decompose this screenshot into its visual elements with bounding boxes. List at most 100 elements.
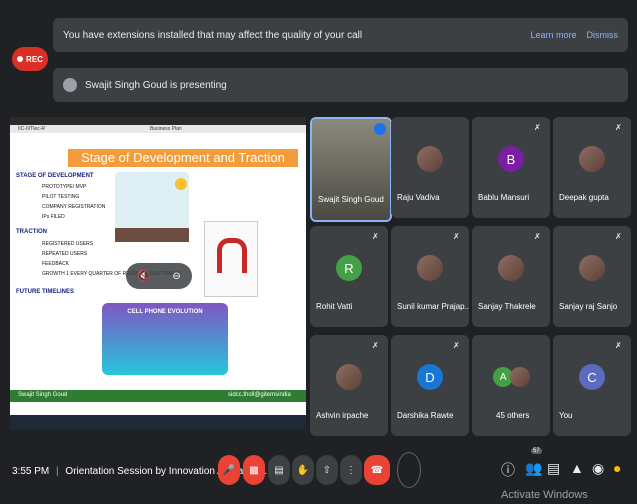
mute-presentation-icon[interactable]: 🔇 [137, 271, 149, 282]
raise-hand-icon: ✋ [296, 464, 310, 476]
slide-header-right: Business Plan [150, 126, 182, 132]
list-item: REGISTERED USERS [42, 241, 94, 247]
present-icon: ⇧ [322, 464, 332, 476]
slide-header: IIC-0/Tlec-R Business Plan [10, 125, 306, 133]
participant-name: Ashvin irpache [316, 411, 369, 420]
participant-name: Sanjay raj Sanjo [559, 302, 618, 311]
slide-header-left: IIC-0/Tlec-R [18, 126, 45, 132]
mic-off-icon: ✗ [372, 341, 379, 350]
participant-photo [498, 255, 524, 282]
mic-off-icon: ✗ [534, 123, 541, 132]
recording-label: REC [26, 54, 43, 64]
participant-tile-ashvin[interactable]: ✗ Ashvin irpache [310, 335, 388, 436]
participant-tile-swajit[interactable]: Swajit Singh Goud [310, 117, 392, 222]
slide-footer: Swajit Singh Goud sidcc.tholl@gitemsindi… [10, 390, 306, 402]
participant-name: Raju Vadiva [397, 193, 440, 202]
participant-tile-bablu[interactable]: ✗ B Bablu Mansuri [472, 117, 550, 218]
mic-off-icon: ✗ [534, 232, 541, 241]
end-call-button[interactable]: ☎ [364, 455, 390, 485]
windows-taskbar [10, 415, 306, 430]
plant-growth-image [115, 172, 189, 242]
clock-time: 3:55 PM [12, 466, 50, 477]
section-heading: STAGE OF DEVELOPMENT [16, 173, 94, 179]
cell-phone-evolution-image: CELL PHONE EVOLUTION [102, 303, 228, 375]
dismiss-link[interactable]: Dismiss [587, 30, 619, 40]
more-icon: ⋮ [346, 464, 356, 476]
participant-name: Darshika Rawte [397, 411, 454, 420]
list-item: FEEDBACK [42, 261, 69, 267]
participant-photo [417, 146, 443, 173]
stop-presenting-icon[interactable]: ⊖ [172, 271, 180, 282]
chat-icon[interactable]: ▤ [547, 460, 560, 477]
record-dot-icon [17, 56, 24, 62]
participant-photo [579, 146, 605, 173]
participant-tile-sanjay-raj[interactable]: ✗ Sanjay raj Sanjo [553, 226, 631, 327]
lock-icon[interactable]: ◉ [592, 460, 604, 477]
captions-icon: ▤ [274, 464, 284, 476]
present-button[interactable]: ⇧ [316, 455, 338, 485]
people-icon[interactable]: 👥 [525, 460, 542, 477]
presentation-overlay-controls[interactable]: 🔇 ⊖ [126, 263, 192, 289]
cursor-circle [397, 452, 421, 488]
captions-button[interactable]: ▤ [268, 455, 290, 485]
speaking-icon [374, 123, 386, 135]
info-icon[interactable]: ⓘ [501, 460, 515, 480]
list-item: COMPANY REGISTRATION [42, 204, 106, 210]
activities-icon[interactable]: ▲ [570, 460, 584, 476]
participant-photo [579, 255, 605, 282]
camera-off-button[interactable]: ▩ [243, 455, 265, 485]
recording-badge: REC [12, 47, 48, 71]
list-item: PROTOTYPE/ MVP [42, 184, 87, 190]
participant-tile-rohit[interactable]: ✗ R Rohit Vatti [310, 226, 388, 327]
bulb-icon[interactable]: ● [613, 460, 621, 476]
participant-avatar: R [336, 255, 362, 282]
participant-name: Deepak gupta [559, 193, 609, 202]
activate-windows-watermark: Activate Windows [501, 489, 588, 501]
presenting-bar: Swajit Singh Goud is presenting [53, 68, 628, 102]
mic-off-icon: ✗ [615, 232, 622, 241]
participant-photo [417, 255, 443, 282]
participant-name: You [559, 411, 573, 420]
participant-avatar: B [498, 146, 524, 173]
learn-more-link[interactable]: Learn more [530, 30, 576, 40]
participant-tile-you[interactable]: ✗ C You [553, 335, 631, 436]
slide-title: Stage of Development and Traction [68, 149, 298, 167]
shared-screen: IIC-0/Tlec-R Business Plan Stage of Deve… [10, 117, 306, 430]
mic-off-icon: ✗ [615, 341, 622, 350]
presenter-avatar [63, 78, 77, 92]
list-item: IPs FILED [42, 214, 65, 220]
participant-name: Rohit Vatti [316, 302, 353, 311]
slideshow-titlebar [10, 117, 306, 125]
mic-off-icon: ✗ [453, 232, 460, 241]
slide-footer-right: sidcc.tholl@gitemsindia [228, 392, 291, 398]
mic-off-icon: ✗ [453, 341, 460, 350]
banner-message: You have extensions installed that may a… [63, 29, 363, 41]
participant-tile-sanjay-thakrele[interactable]: ✗ Sanjay Thakrele [472, 226, 550, 327]
section-heading: FUTURE TIMELINES [16, 289, 74, 295]
participant-name: Swajit Singh Goud [318, 195, 384, 204]
participant-tile-sunil[interactable]: ✗ Sunil kumar Prajap... [391, 226, 469, 327]
participant-name: 45 others [496, 411, 530, 420]
participant-avatar: C [579, 364, 605, 391]
section-heading: TRACTION [16, 229, 47, 235]
participant-tile-deepak[interactable]: ✗ Deepak gupta [553, 117, 631, 218]
participant-photo [510, 367, 531, 388]
participant-tile-raju[interactable]: Raju Vadiva [391, 117, 469, 218]
mic-off-button[interactable]: 🎤 [218, 455, 240, 485]
mic-off-icon: ✗ [372, 232, 379, 241]
mic-off-icon: ✗ [615, 123, 622, 132]
image-caption: CELL PHONE EVOLUTION [127, 309, 203, 315]
magnet-image [204, 221, 258, 297]
participant-tile-darshika[interactable]: ✗ D Darshika Rawte [391, 335, 469, 436]
camera-off-icon: ▩ [249, 464, 259, 476]
participant-name: Sunil kumar Prajap... [397, 302, 469, 311]
mic-off-icon: 🎤 [222, 464, 236, 476]
participant-count-badge: 57 [531, 448, 542, 454]
more-options-button[interactable]: ⋮ [340, 455, 362, 485]
end-call-icon: ☎ [370, 464, 384, 476]
participant-tile-others[interactable]: A 45 others [472, 335, 550, 436]
extension-warning-banner: You have extensions installed that may a… [53, 18, 628, 52]
raise-hand-button[interactable]: ✋ [292, 455, 314, 485]
participant-avatar: D [417, 364, 443, 391]
list-item: PILOT TESTING [42, 194, 80, 200]
